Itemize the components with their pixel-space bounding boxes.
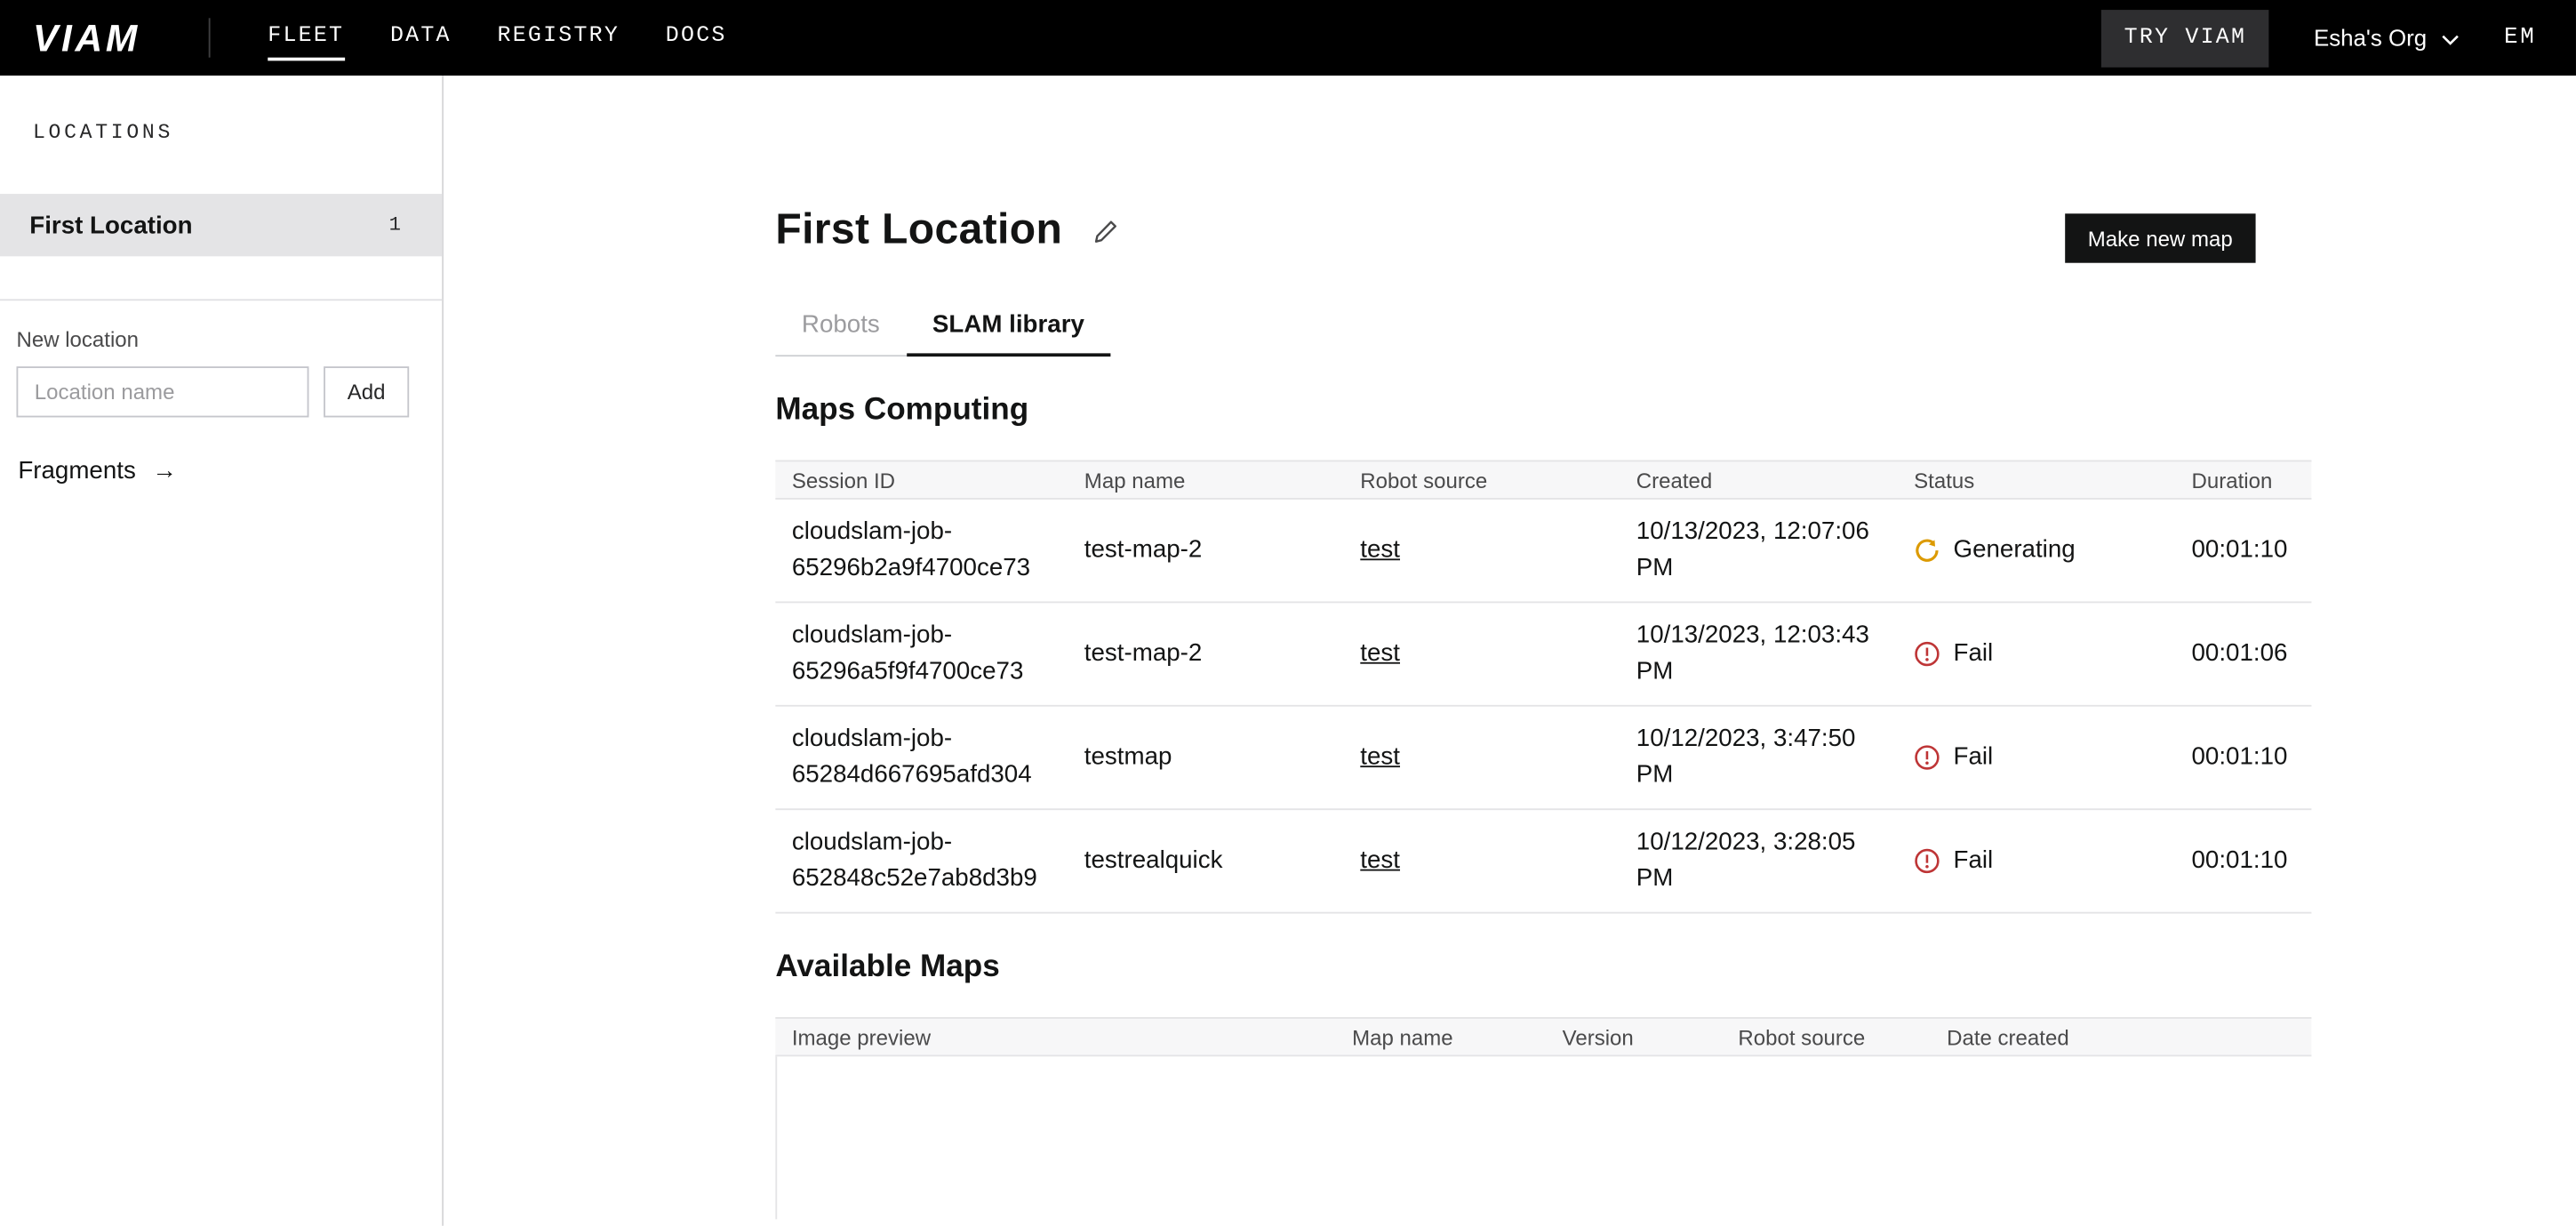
title-row: First Location [775,204,2576,252]
page-title: First Location [775,204,1062,252]
viam-logo[interactable]: VIAM [33,16,184,60]
duration: 00:01:10 [2175,740,2311,776]
available-maps-empty-body [775,1056,2311,1219]
locations-heading: LOCATIONS [0,122,442,145]
column-header-created: Created [1620,468,1897,493]
fail-alert-icon [1914,641,1940,668]
new-location-section: New location Add [0,300,442,417]
app-window: VIAM FLEET DATA REGISTRY DOCS TRY VIAM E… [0,0,2576,1226]
tab-robots[interactable]: Robots [775,309,906,357]
map-name: testmap [1068,740,1343,776]
status-label: Fail [1954,740,1994,776]
nav-item-data[interactable]: DATA [390,15,452,61]
fragments-link[interactable]: Fragments → [16,457,177,485]
created-timestamp: 10/13/2023, 12:03:43 PM [1620,618,1897,690]
main-content: First Location Make new map Robots SLAM … [444,76,2576,1226]
robot-source-link[interactable]: test [1360,536,1400,564]
robot-source-link[interactable]: test [1360,742,1400,770]
status-cell: Generating [1898,533,2175,569]
status-label: Fail [1954,636,1994,672]
session-id: cloudslam-job-65284d667695afd304 [775,721,1068,793]
status-cell: Fail [1898,740,2175,776]
column-header-duration: Duration [2175,468,2311,493]
make-new-map-button[interactable]: Make new map [2065,213,2256,262]
session-id: cloudslam-job-65296b2a9f4700ce73 [775,514,1068,586]
table-row: cloudslam-job-65296a5f9f4700ce73 test-ma… [775,603,2311,706]
org-name: Esha's Org [2314,25,2427,52]
map-name: test-map-2 [1068,636,1343,672]
org-switcher[interactable]: Esha's Org [2314,25,2460,52]
created-timestamp: 10/12/2023, 3:28:05 PM [1620,825,1897,897]
table-row: cloudslam-job-652848c52e7ab8d3b9 testrea… [775,810,2311,913]
sidebar-item-first-location[interactable]: First Location 1 [0,194,442,256]
duration: 00:01:10 [2175,533,2311,569]
new-location-label: New location [16,327,425,352]
tab-slam-library[interactable]: SLAM library [906,309,1110,357]
maps-computing-table: Session ID Map name Robot source Created… [775,460,2311,913]
status-cell: Fail [1898,843,2175,879]
created-timestamp: 10/12/2023, 3:47:50 PM [1620,721,1897,793]
nav-divider [209,18,211,57]
nav-item-docs[interactable]: DOCS [666,15,727,61]
location-name: First Location [29,211,192,238]
session-id: cloudslam-job-652848c52e7ab8d3b9 [775,825,1068,897]
column-header-image-preview: Image preview [775,1024,1335,1049]
maps-computing-heading: Maps Computing [775,391,2576,430]
try-viam-button[interactable]: TRY VIAM [2101,9,2269,67]
status-label: Fail [1954,843,1994,879]
map-name: test-map-2 [1068,533,1343,569]
primary-nav: FLEET DATA REGISTRY DOCS [268,15,726,61]
arrow-right-icon: → [152,457,177,485]
table-row: cloudslam-job-65284d667695afd304 testmap… [775,707,2311,810]
available-maps-heading: Available Maps [775,948,2576,987]
fail-alert-icon [1914,848,1940,875]
duration: 00:01:06 [2175,636,2311,672]
column-header-robot-source: Robot source [1344,468,1620,493]
status-label: Generating [1954,533,2076,569]
page-body: LOCATIONS First Location 1 New location … [0,76,2576,1226]
nav-item-fleet[interactable]: FLEET [268,15,344,61]
table-header: Session ID Map name Robot source Created… [775,460,2311,499]
location-name-input[interactable] [16,366,308,417]
column-header-session-id: Session ID [775,468,1068,493]
column-header-version: Version [1546,1024,1722,1049]
available-maps-table: Image preview Map name Version Robot sou… [775,1017,2311,1219]
column-header-map-name: Map name [1068,468,1343,493]
table-row: cloudslam-job-65296b2a9f4700ce73 test-ma… [775,500,2311,603]
generating-spinner-icon [1914,537,1940,564]
robot-source-link[interactable]: test [1360,639,1400,667]
fragments-label: Fragments [18,457,136,485]
table-header: Image preview Map name Version Robot sou… [775,1017,2311,1056]
map-name: testrealquick [1068,843,1343,879]
tab-bar: Robots SLAM library [775,309,1110,357]
fail-alert-icon [1914,744,1940,771]
location-robot-count: 1 [389,213,401,236]
column-header-map-name: Map name [1336,1024,1547,1049]
edit-pencil-icon[interactable] [1092,218,1119,244]
chevron-down-icon [2442,25,2460,52]
column-header-date-created: Date created [1931,1024,2312,1049]
add-location-button[interactable]: Add [324,366,409,417]
created-timestamp: 10/13/2023, 12:07:06 PM [1620,514,1897,586]
session-id: cloudslam-job-65296a5f9f4700ce73 [775,618,1068,690]
user-menu[interactable]: EM [2504,25,2537,52]
column-header-status: Status [1898,468,2175,493]
column-header-robot-source: Robot source [1722,1024,1931,1049]
nav-item-registry[interactable]: REGISTRY [498,15,620,61]
nav-right-group: TRY VIAM Esha's Org EM [2101,9,2537,67]
robot-source-link[interactable]: test [1360,846,1400,874]
top-navbar: VIAM FLEET DATA REGISTRY DOCS TRY VIAM E… [0,0,2576,76]
locations-sidebar: LOCATIONS First Location 1 New location … [0,76,444,1226]
duration: 00:01:10 [2175,843,2311,879]
status-cell: Fail [1898,636,2175,672]
